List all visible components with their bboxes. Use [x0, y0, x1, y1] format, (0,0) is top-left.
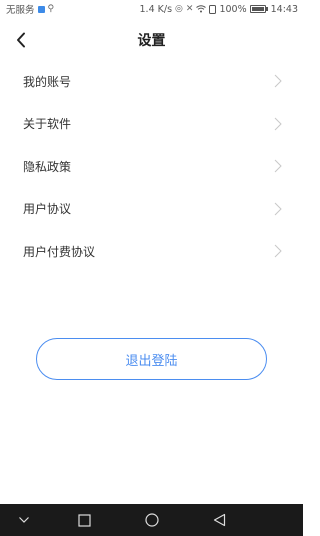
battery-percent: 100% — [219, 3, 247, 15]
mute-icon: ✕ — [185, 3, 194, 14]
menu-item-label: 用户付费协议 — [23, 244, 96, 259]
logout-label: 退出登陆 — [125, 353, 178, 369]
square-icon — [77, 513, 91, 527]
chevron-right-icon — [274, 202, 282, 216]
menu-item-label: 我的账号 — [23, 74, 72, 89]
nav-home-button[interactable] — [136, 504, 168, 536]
sim-icon — [209, 4, 217, 14]
menu-item-about-software[interactable]: 关于软件 — [0, 103, 303, 146]
status-right: 1.4 K/s ◎ ✕ 100% 14:43 — [140, 4, 298, 15]
chevron-right-icon — [274, 244, 282, 258]
logout-button[interactable]: 退出登陆 — [36, 338, 267, 380]
usb-icon: ⚲ — [47, 3, 55, 14]
menu-item-privacy-policy[interactable]: 隐私政策 — [0, 145, 303, 188]
chevron-left-icon — [17, 32, 25, 48]
nav-collapse-button[interactable] — [8, 504, 40, 536]
status-left: 无服务 ⚲ — [6, 2, 54, 16]
battery-icon — [249, 5, 268, 13]
page-title: 设置 — [137, 33, 166, 49]
title-bar: 设置 — [0, 18, 303, 62]
chevron-right-icon — [274, 117, 282, 131]
menu-item-label: 关于软件 — [23, 117, 72, 132]
status-bar: 无服务 ⚲ 1.4 K/s ◎ ✕ 100% 14:43 — [0, 0, 303, 18]
wifi-icon — [196, 5, 207, 13]
chevron-right-icon — [274, 74, 282, 88]
network-speed: 1.4 K/s — [139, 3, 173, 15]
carrier-text: 无服务 — [6, 5, 35, 16]
menu-item-paid-agreement[interactable]: 用户付费协议 — [0, 230, 303, 273]
menu-item-user-agreement[interactable]: 用户协议 — [0, 188, 303, 231]
triangle-back-icon — [213, 513, 225, 527]
menu-item-label: 用户协议 — [23, 202, 72, 217]
nav-back-button[interactable] — [203, 504, 235, 536]
circle-icon — [145, 513, 159, 527]
system-nav-bar — [0, 504, 303, 536]
clock-time: 14:43 — [270, 3, 298, 15]
chevron-down-icon — [19, 517, 29, 523]
back-button[interactable] — [9, 27, 33, 53]
notification-icon — [37, 5, 45, 13]
nav-recents-button[interactable] — [68, 504, 100, 536]
menu-item-label: 隐私政策 — [23, 159, 72, 174]
location-icon: ◎ — [175, 3, 183, 14]
menu-item-my-account[interactable]: 我的账号 — [0, 60, 303, 103]
settings-menu: 我的账号 关于软件 隐私政策 用户协议 用户付费协议 — [0, 60, 303, 273]
chevron-right-icon — [274, 159, 282, 173]
